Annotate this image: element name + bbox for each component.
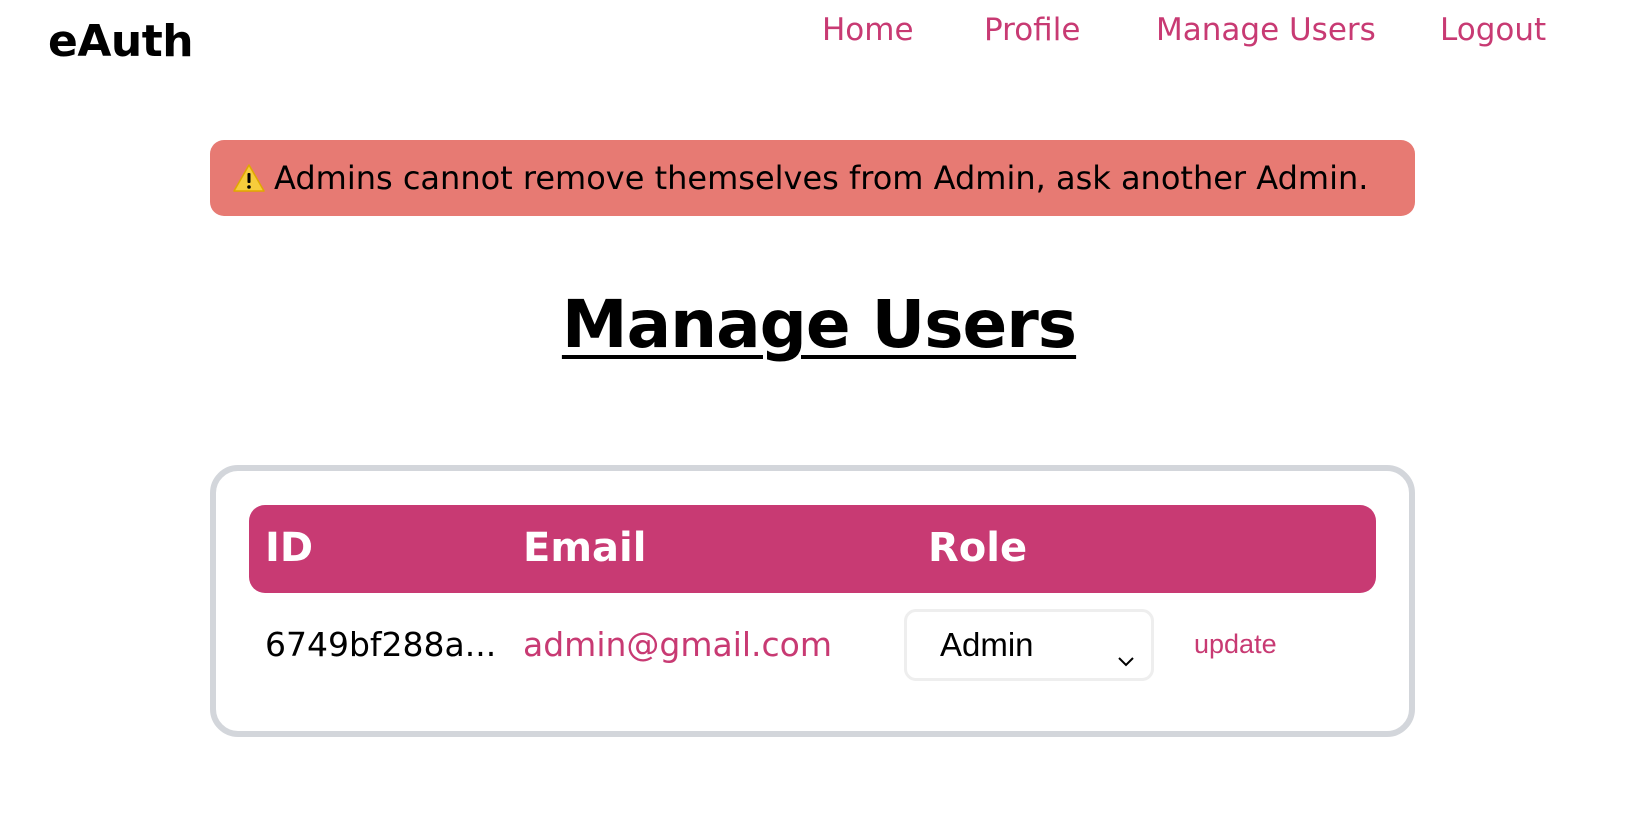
nav-manage-users-link[interactable]: Manage Users (1156, 12, 1376, 48)
nav-profile-link[interactable]: Profile (984, 12, 1080, 48)
page: eAuth Home Profile Manage Users Logout A… (0, 0, 1638, 834)
user-id-cell: 6749bf288a... (265, 625, 497, 664)
user-email-link[interactable]: admin@gmail.com (523, 625, 832, 664)
alert-message: Admins cannot remove themselves from Adm… (274, 159, 1369, 197)
column-header-email: Email (523, 525, 647, 571)
role-select[interactable]: Admin (904, 609, 1154, 681)
users-table-card: ID Email Role 6749bf288a... admin@gmail.… (210, 465, 1415, 737)
update-button[interactable]: update (1194, 629, 1277, 660)
chevron-down-icon (1117, 638, 1135, 667)
role-select-value: Admin (940, 626, 1034, 663)
warning-icon (232, 163, 266, 193)
nav-logout-link[interactable]: Logout (1440, 12, 1546, 48)
column-header-role: Role (928, 525, 1028, 571)
table-header: ID Email Role (249, 505, 1376, 593)
page-title: Manage Users (561, 286, 1077, 363)
column-header-id: ID (265, 525, 314, 571)
table-row: 6749bf288a... admin@gmail.com Admin upda… (249, 609, 1376, 685)
error-alert: Admins cannot remove themselves from Adm… (210, 140, 1415, 216)
nav-home-link[interactable]: Home (822, 12, 914, 48)
brand-logo[interactable]: eAuth (48, 16, 194, 67)
